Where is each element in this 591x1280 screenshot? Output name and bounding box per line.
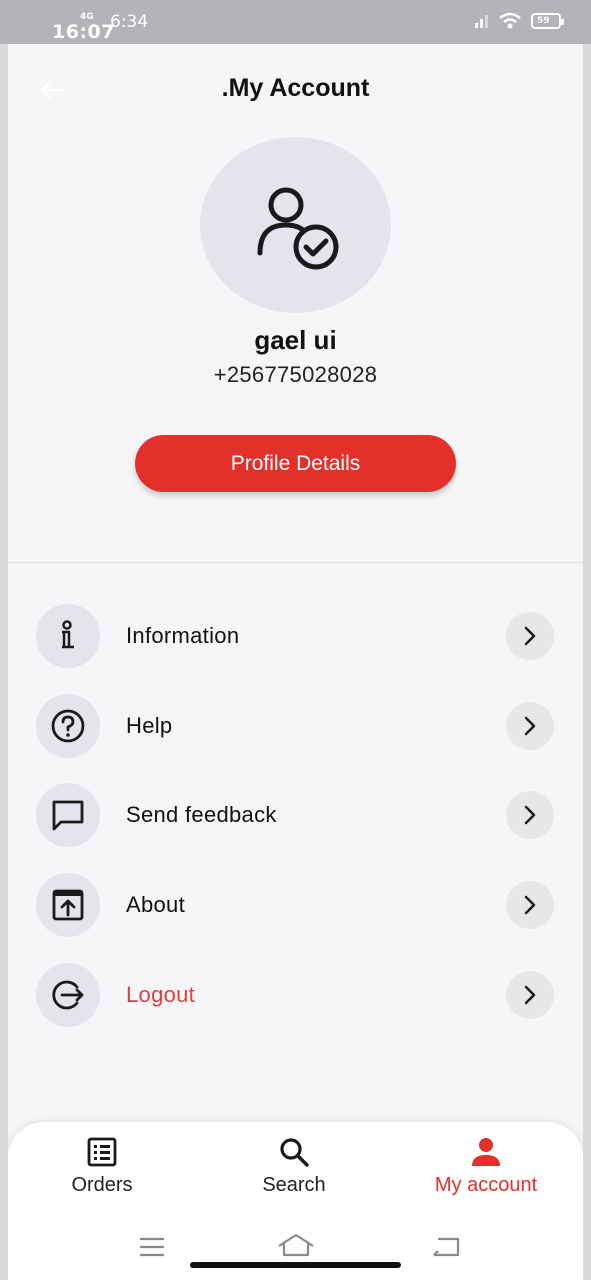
info-icon <box>62 620 74 649</box>
status-time-overlay: 16:07 <box>52 21 115 43</box>
chevron-right-icon[interactable] <box>506 791 554 839</box>
feedback-icon-wrap <box>36 783 100 847</box>
info-icon-wrap <box>36 604 100 668</box>
menu-label-send-feedback: Send feedback <box>126 802 277 827</box>
nav-label-my-account: My account <box>434 1174 538 1196</box>
nav-my-account[interactable]: My account <box>416 1136 556 1206</box>
menu-label-about: About <box>126 892 185 917</box>
wifi-icon <box>499 12 521 29</box>
divider <box>8 562 583 563</box>
battery-icon: 59 <box>531 13 564 29</box>
search-icon <box>280 1138 309 1167</box>
profile-details-button[interactable]: Profile Details <box>135 435 456 492</box>
menu-icon[interactable] <box>138 1236 166 1258</box>
menu-label-logout: Logout <box>126 982 196 1007</box>
logout-icon <box>52 980 84 1010</box>
system-navigation <box>8 1226 583 1268</box>
help-circle-icon <box>51 709 85 743</box>
nav-label-orders: Orders <box>71 1174 133 1196</box>
help-icon-wrap <box>36 694 100 758</box>
status-time: 6:34 <box>110 12 149 32</box>
page-title: .My Account <box>221 74 370 102</box>
user-phone: +256775028028 <box>213 362 378 387</box>
signal-icon <box>475 15 488 28</box>
chevron-right-icon[interactable] <box>506 612 554 660</box>
back-nav-icon[interactable] <box>430 1236 460 1258</box>
user-check-icon <box>257 187 338 270</box>
chat-icon <box>52 800 84 831</box>
avatar <box>200 137 391 313</box>
nav-label-search: Search <box>262 1174 326 1196</box>
menu-item-about[interactable]: About <box>8 870 583 940</box>
open-in-window-icon <box>52 889 84 921</box>
screen: .My Account gael ui +256775028028 Profil… <box>8 44 583 1280</box>
home-icon[interactable] <box>276 1232 316 1258</box>
chevron-right-icon[interactable] <box>506 881 554 929</box>
menu-item-send-feedback[interactable]: Send feedback <box>8 780 583 850</box>
bottom-navigation: Orders Search My account <box>8 1122 583 1280</box>
nav-orders[interactable]: Orders <box>32 1136 172 1206</box>
person-icon <box>472 1138 500 1166</box>
menu-label-help: Help <box>126 713 173 738</box>
menu-item-logout[interactable]: Logout <box>8 960 583 1030</box>
list-icon <box>87 1137 117 1167</box>
status-bar: 4G 16:07 6:34 59 <box>0 0 591 44</box>
logout-icon-wrap <box>36 963 100 1027</box>
home-indicator[interactable] <box>190 1262 401 1268</box>
status-icons: 59 <box>475 12 564 30</box>
menu-item-information[interactable]: Information <box>8 601 583 671</box>
menu-label-information: Information <box>126 623 240 648</box>
menu-item-help[interactable]: Help <box>8 691 583 761</box>
chevron-right-icon[interactable] <box>506 702 554 750</box>
nav-search[interactable]: Search <box>224 1136 364 1206</box>
battery-level: 59 <box>537 16 550 26</box>
chevron-right-icon[interactable] <box>506 971 554 1019</box>
user-name: gael ui <box>254 325 337 355</box>
about-icon-wrap <box>36 873 100 937</box>
